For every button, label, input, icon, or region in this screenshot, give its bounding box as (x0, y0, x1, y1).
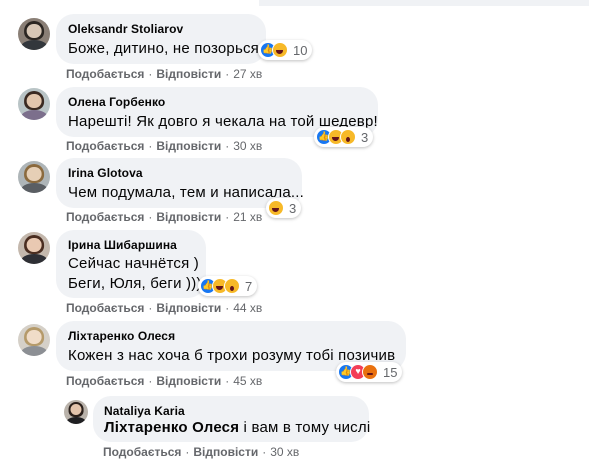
like-link[interactable]: Подобається (66, 139, 144, 153)
comment-actions: Подобається · Відповісти · 30 хв (66, 139, 263, 153)
reply-link[interactable]: Відповісти (156, 67, 221, 81)
comment-author[interactable]: Ліхтаренко Олеся (68, 329, 175, 343)
reaction-count: 10 (293, 42, 308, 58)
comment-timestamp[interactable]: 44 хв (233, 301, 262, 315)
reaction-count: 3 (361, 129, 369, 145)
reply-link[interactable]: Відповісти (156, 301, 221, 315)
avatar[interactable] (18, 232, 50, 264)
previous-comment-bubble-edge (259, 0, 589, 6)
reaction-summary[interactable]: 👍 ♥ 15 (336, 362, 403, 382)
avatar[interactable] (18, 324, 50, 356)
comment-author[interactable]: Irina Glotova (68, 166, 143, 180)
reaction-summary[interactable]: 👍 10 (258, 40, 313, 60)
avatar[interactable] (18, 161, 50, 193)
like-link[interactable]: Подобається (66, 301, 144, 315)
mention-link[interactable]: Ліхтаренко Олеся (104, 419, 239, 436)
comment-actions: Подобається · Відповісти · 30 хв (103, 445, 300, 459)
comment-timestamp[interactable]: 27 хв (233, 67, 262, 81)
reaction-summary[interactable]: 👍 3 (314, 127, 374, 147)
angry-icon (362, 364, 378, 380)
reaction-count: 7 (245, 278, 253, 294)
reaction-count: 3 (289, 200, 297, 216)
reaction-summary[interactable]: 3 (266, 198, 302, 218)
comment-actions: Подобається · Відповісти · 27 хв (66, 67, 263, 81)
reply-link[interactable]: Відповісти (156, 210, 221, 224)
comment-timestamp[interactable]: 21 хв (233, 210, 262, 224)
like-link[interactable]: Подобається (66, 374, 144, 388)
comment-actions: Подобається · Відповісти · 44 хв (66, 301, 263, 315)
comment-author[interactable]: Nataliya Karia (104, 404, 185, 418)
avatar[interactable] (64, 400, 88, 424)
like-link[interactable]: Подобається (66, 210, 144, 224)
wow-icon (224, 278, 240, 294)
avatar[interactable] (18, 88, 50, 120)
comment-timestamp[interactable]: 30 хв (270, 445, 299, 459)
reply-link[interactable]: Відповісти (156, 139, 221, 153)
comment-author[interactable]: Oleksandr Stoliarov (68, 22, 183, 36)
reaction-summary[interactable]: 👍 7 (198, 276, 258, 296)
like-link[interactable]: Подобається (103, 445, 181, 459)
comment-timestamp[interactable]: 45 хв (233, 374, 262, 388)
reply-text: і вам в тому числі (239, 419, 371, 436)
comment-timestamp[interactable]: 30 хв (233, 139, 262, 153)
reaction-count: 15 (383, 364, 398, 380)
haha-icon (272, 42, 288, 58)
wow-icon (340, 129, 356, 145)
comment-actions: Подобається · Відповісти · 21 хв (66, 210, 263, 224)
comment-actions: Подобається · Відповісти · 45 хв (66, 374, 263, 388)
haha-icon (268, 200, 284, 216)
avatar[interactable] (18, 18, 50, 50)
comment-text: Беги, Юля, беги ))) (68, 275, 202, 292)
comment-text: Боже, дитино, не позорься (68, 40, 259, 57)
comment-text: Сейчас начнётся ) (68, 255, 200, 272)
reply-link[interactable]: Відповісти (193, 445, 258, 459)
comment-text: Ліхтаренко Олеся і вам в тому числі (104, 418, 370, 438)
comment-author[interactable]: Ірина Шибаршина (68, 238, 177, 252)
comment-author[interactable]: Олена Горбенко (68, 95, 165, 109)
like-link[interactable]: Подобається (66, 67, 144, 81)
reply-link[interactable]: Відповісти (156, 374, 221, 388)
